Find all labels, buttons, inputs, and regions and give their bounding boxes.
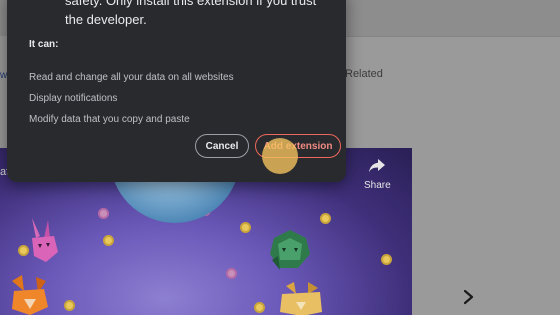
cancel-button[interactable]: Cancel [195,134,249,158]
coin-decoration [103,235,114,246]
page-divider [345,36,560,37]
share-arrow-icon[interactable] [368,158,386,174]
related-tab[interactable]: Related [345,68,383,80]
bunny-character [32,218,58,262]
coin-decoration [254,302,265,313]
warning-text: safety. Only install this extension if y… [65,0,317,27]
permissions-heading: It can: [29,39,59,50]
permission-item: Modify data that you copy and paste [29,114,190,125]
coin-decoration [98,208,109,219]
coin-decoration [320,213,331,224]
permission-item: Display notifications [29,93,118,104]
chevron-right-icon[interactable] [462,289,476,305]
coin-decoration [64,300,75,311]
click-indicator [262,138,298,174]
share-label[interactable]: Share [364,180,391,191]
dog-character [280,282,322,315]
lion-character [270,230,310,270]
fox-character [12,275,48,315]
coin-decoration [381,254,392,265]
coin-decoration [240,222,251,233]
permission-item: Read and change all your data on all web… [29,72,234,83]
coin-decoration [226,268,237,279]
